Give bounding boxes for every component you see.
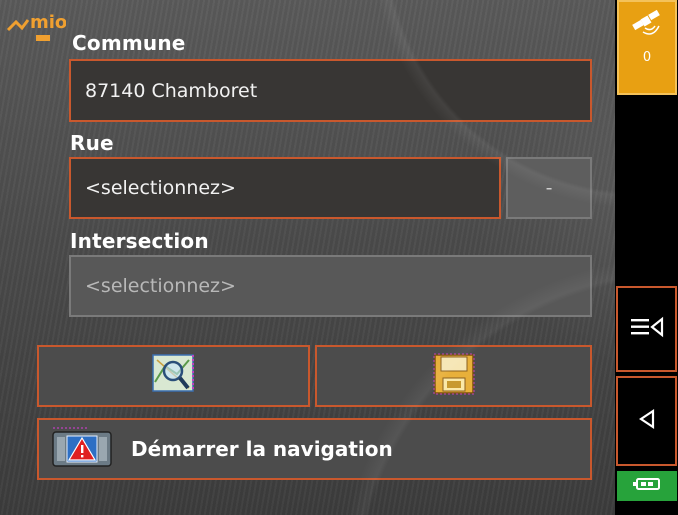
commune-field[interactable]: 87140 Chamboret: [69, 59, 592, 122]
mio-logo: mio: [6, 8, 66, 46]
house-number-value: -: [545, 177, 553, 199]
intersection-label: Intersection: [70, 229, 209, 253]
intersection-value: <selectionnez>: [85, 275, 236, 297]
start-navigation-label: Démarrer la navigation: [131, 437, 393, 461]
status-sidebar: 0: [615, 0, 678, 515]
menu-button[interactable]: [616, 286, 677, 372]
commune-value: 87140 Chamboret: [85, 79, 258, 102]
main-panel: mio Commune 87140 Chamboret Rue <selecti…: [0, 0, 615, 515]
house-number-field[interactable]: -: [506, 157, 592, 219]
menu-list-icon: [629, 316, 665, 342]
gps-status[interactable]: 0: [617, 0, 677, 95]
logo-text: mio: [30, 12, 66, 33]
back-arrow-icon: [637, 408, 657, 434]
commune-label: Commune: [72, 31, 186, 55]
satellite-icon: [629, 8, 665, 44]
back-button[interactable]: [616, 376, 677, 466]
intersection-field[interactable]: <selectionnez>: [69, 255, 592, 317]
battery-status: [617, 471, 677, 501]
map-search-button[interactable]: [37, 345, 310, 407]
floppy-disk-icon: [431, 352, 477, 400]
start-navigation-button[interactable]: Démarrer la navigation: [37, 418, 592, 480]
rue-value: <selectionnez>: [85, 177, 236, 199]
satellite-count: 0: [642, 50, 652, 65]
battery-icon: [632, 476, 662, 496]
map-search-icon: [143, 352, 205, 400]
app-screen: mio Commune 87140 Chamboret Rue <selecti…: [0, 0, 678, 515]
navigation-warning-icon: [51, 424, 113, 474]
rue-label: Rue: [70, 131, 114, 155]
rue-field[interactable]: <selectionnez>: [69, 157, 501, 219]
save-button[interactable]: [315, 345, 592, 407]
